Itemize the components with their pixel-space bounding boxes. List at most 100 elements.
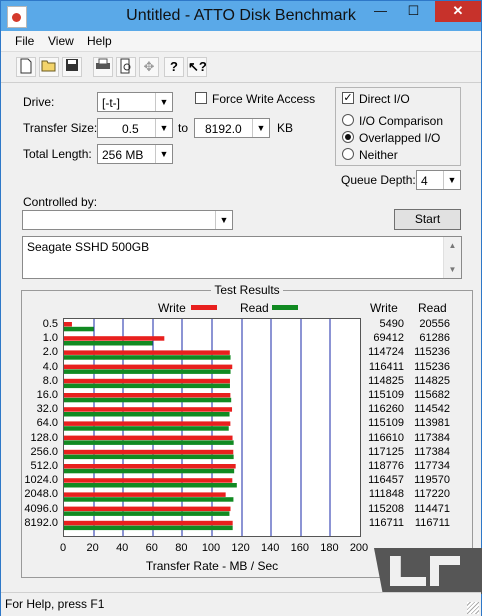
read-value: 114825 [414, 374, 450, 387]
controlled-by-select[interactable]: ▼ [22, 210, 233, 230]
x-tick-label: 140 [261, 542, 280, 554]
drive-value: [-t-] [102, 96, 120, 110]
overlapped-io-label: Overlapped I/O [359, 131, 441, 145]
force-write-checkbox[interactable] [195, 92, 207, 104]
read-bar-8.0 [64, 383, 230, 389]
category-label: 16.0 [36, 389, 58, 401]
overlapped-io-radio[interactable] [342, 131, 354, 143]
print-icon[interactable] [93, 57, 113, 77]
start-button[interactable]: Start [394, 209, 461, 230]
read-bar-64.0 [64, 426, 229, 431]
chevron-down-icon[interactable]: ▼ [252, 119, 269, 137]
write-value: 118776 [368, 460, 404, 472]
chevron-down-icon[interactable]: ▼ [443, 171, 460, 189]
write-value: 115208 [368, 502, 404, 515]
write-bar-2.0 [64, 350, 230, 355]
read-bar-512.0 [64, 468, 235, 474]
print-preview-icon[interactable] [116, 57, 136, 77]
app-window: Untitled - ATTO Disk Benchmark — ☐ ✕ Fil… [0, 0, 482, 616]
write-value: 114825 [368, 374, 404, 387]
read-value: 61286 [419, 332, 450, 345]
write-value: 116457 [368, 474, 404, 487]
drive-select[interactable]: [-t-] ▼ [97, 92, 173, 112]
category-label: 0.5 [42, 318, 58, 330]
menu-help[interactable]: Help [87, 34, 112, 48]
write-bar-4.0 [64, 364, 233, 370]
menu-view[interactable]: View [48, 34, 74, 48]
write-bar-32.0 [64, 407, 233, 412]
menu-file[interactable]: File [15, 34, 34, 48]
write-bar-256.0 [64, 449, 234, 455]
legend-write-swatch [191, 305, 217, 310]
x-tick-label: 180 [320, 542, 339, 554]
logo-left-shape [390, 556, 426, 586]
write-bar-8.0 [64, 378, 230, 384]
toolbar: ✥ ? ↖? [1, 52, 481, 83]
watermark-logo [374, 548, 482, 594]
x-tick-label: 200 [349, 542, 369, 554]
total-length-select[interactable]: 256 MB ▼ [97, 144, 173, 164]
chevron-down-icon[interactable]: ▼ [155, 93, 172, 111]
read-bar-4096.0 [64, 511, 230, 516]
x-tick-label: 80 [175, 542, 188, 554]
x-tick-label: 0 [59, 542, 67, 554]
minimize-button[interactable]: — [367, 1, 394, 22]
x-tick-label: 60 [145, 542, 158, 554]
read-value: 117384 [414, 445, 450, 458]
context-help-icon[interactable]: ↖? [187, 57, 207, 77]
status-text: For Help, press F1 [5, 597, 105, 611]
title-bar[interactable]: Untitled - ATTO Disk Benchmark — ☐ ✕ [1, 1, 481, 31]
results-title-wrap: Test Results [22, 283, 472, 297]
scroll-down-icon[interactable]: ▼ [444, 261, 461, 278]
x-tick-label: 40 [116, 542, 129, 554]
logo-right-shape [430, 556, 460, 586]
read-value: 115682 [414, 389, 450, 401]
new-icon[interactable] [16, 57, 36, 77]
read-value: 117734 [414, 460, 450, 472]
bar-chart [64, 319, 331, 536]
io-comparison-radio[interactable] [342, 114, 354, 126]
category-label: 64.0 [36, 417, 58, 430]
write-bar-64.0 [64, 421, 231, 426]
read-value: 117384 [414, 431, 450, 444]
write-value: 5490 [379, 318, 404, 330]
category-label: 2048.0 [24, 488, 58, 501]
read-bar-4.0 [64, 369, 231, 374]
maximize-button[interactable]: ☐ [400, 1, 427, 22]
chevron-down-icon[interactable]: ▼ [155, 119, 172, 137]
chevron-down-icon[interactable]: ▼ [155, 145, 172, 163]
scroll-up-icon[interactable]: ▲ [444, 237, 461, 254]
read-value: 114471 [414, 502, 450, 515]
resize-grip[interactable] [467, 602, 479, 614]
chevron-down-icon[interactable]: ▼ [215, 211, 232, 229]
queue-depth-select[interactable]: 4 ▼ [416, 170, 461, 190]
menu-bar: File View Help [1, 31, 481, 52]
description-scrollbar[interactable]: ▲ ▼ [443, 237, 461, 278]
open-icon[interactable] [39, 57, 59, 77]
help-icon[interactable]: ? [164, 57, 184, 77]
category-label: 256.0 [30, 445, 58, 458]
read-value: 115236 [414, 346, 450, 359]
read-bar-16.0 [64, 397, 232, 403]
description-textarea[interactable]: Seagate SSHD 500GB ▲ ▼ [22, 236, 462, 279]
neither-radio[interactable] [342, 148, 354, 160]
direct-io-checkbox[interactable]: ✓ [342, 92, 354, 104]
x-tick-label: 100 [201, 542, 221, 554]
write-bar-1.0 [64, 336, 165, 341]
write-bar-2048.0 [64, 492, 226, 497]
write-value: 111848 [368, 488, 404, 501]
transfer-size-to-select[interactable]: 8192.0 ▼ [194, 118, 270, 138]
write-value: 114724 [368, 346, 404, 359]
legend-write-label: Write [158, 301, 186, 315]
category-label: 128.0 [30, 431, 58, 444]
read-bar-2048.0 [64, 497, 234, 502]
move-icon[interactable]: ✥ [139, 57, 159, 77]
write-bar-8192.0 [64, 520, 233, 526]
save-icon[interactable] [62, 57, 82, 77]
test-results-panel: Test Results Write Read Write Read 0.5 1.… [21, 283, 473, 578]
transfer-size-from-select[interactable]: 0.5 ▼ [97, 118, 173, 138]
close-button[interactable]: ✕ [435, 1, 481, 22]
x-tick-label: 120 [231, 542, 250, 554]
write-bar-1024.0 [64, 478, 233, 483]
status-bar: For Help, press F1 [1, 592, 481, 616]
